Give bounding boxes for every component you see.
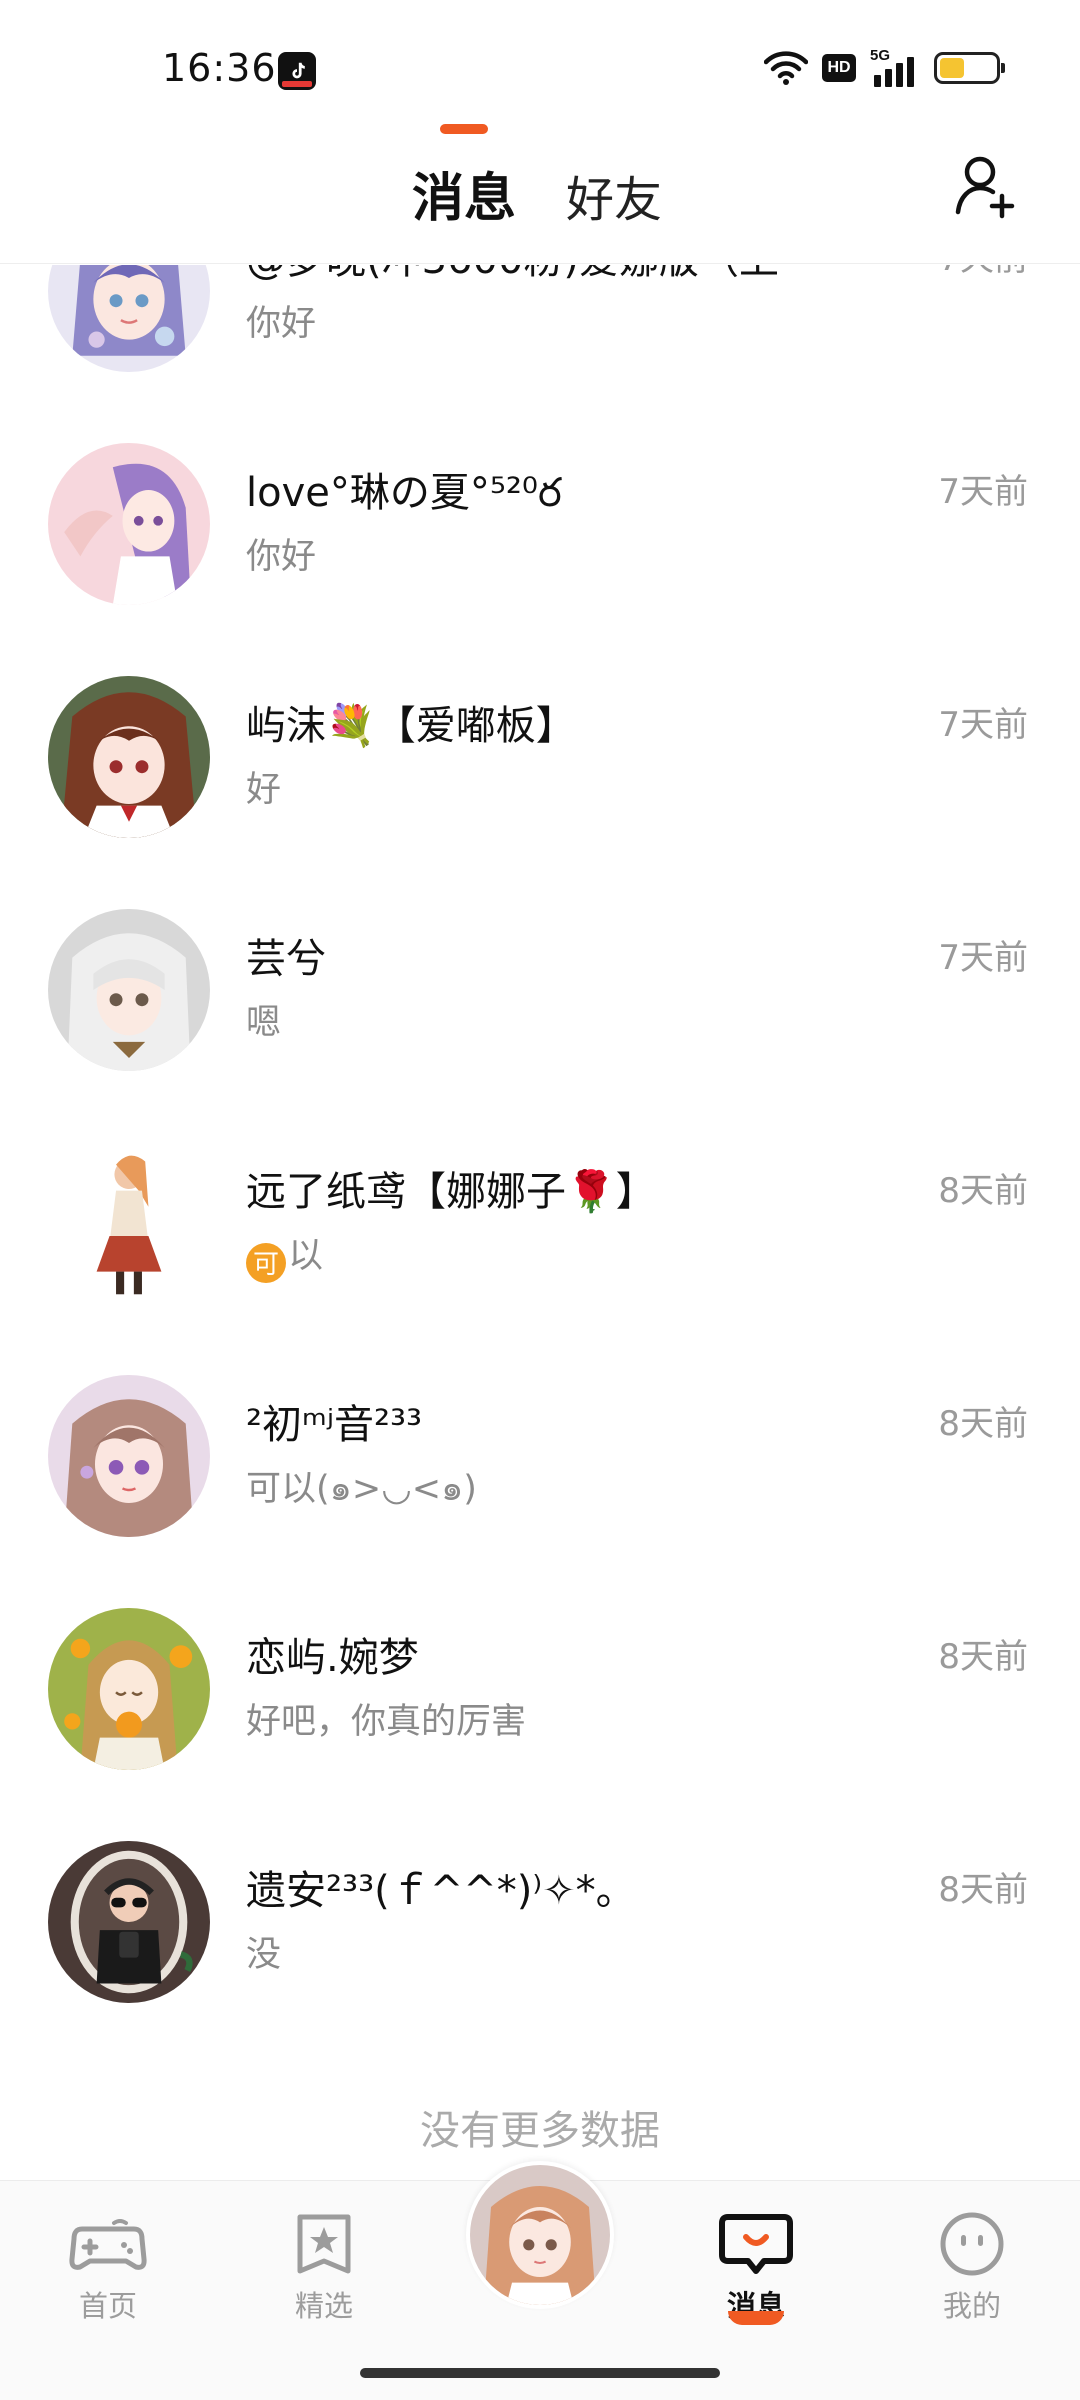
top-header: 消息 好友	[0, 130, 1080, 264]
conversation-time: 8天前	[938, 1870, 1028, 1910]
conversation-time: 8天前	[938, 1637, 1028, 1677]
conversation-row[interactable]: @梦晚(冲3600粉)爱娜版（上 你好 7天前	[0, 265, 1080, 388]
avatar	[470, 2165, 610, 2305]
chat-bubble-icon	[719, 2214, 793, 2274]
status-bar: 16:36 HD 5G	[0, 0, 1080, 130]
center-avatar-button[interactable]	[466, 2161, 614, 2309]
nav-featured[interactable]: 精选	[264, 2209, 384, 2325]
conversation-name: 芸兮	[246, 936, 326, 982]
conversation-row[interactable]: love°琳の夏°⁵²⁰ర 你好 7天前	[0, 388, 1080, 621]
conversation-row[interactable]: 芸兮 嗯 7天前	[0, 854, 1080, 1087]
conversation-name: love°琳の夏°⁵²⁰ర	[246, 470, 562, 516]
signal-icon: 5G	[870, 47, 920, 87]
avatar[interactable]	[48, 443, 210, 605]
active-tab-indicator	[440, 124, 488, 134]
list-end-text: 没有更多数据	[420, 2108, 660, 2154]
gamepad-icon	[69, 2219, 147, 2270]
nav-label: 我的	[942, 2289, 1001, 2323]
conversation-row[interactable]: 遗安²³³(ｆ^^*)⁾✧*。 没 8天前	[0, 1786, 1080, 2019]
conversation-name: 恋屿.婉梦	[246, 1635, 419, 1681]
conversation-preview: 好吧，你真的厉害	[246, 1702, 527, 1742]
status-time: 16:36	[162, 46, 277, 90]
avatar[interactable]	[48, 909, 210, 1071]
conversation-preview: 没	[246, 1935, 282, 1975]
bottom-nav: 首页 精选 消息 我的	[0, 2161, 1080, 2400]
status-indicators: HD 5G	[764, 47, 1005, 88]
avatar[interactable]	[48, 1142, 210, 1304]
conversation-time: 7天前	[938, 938, 1028, 978]
conversation-preview: 你好	[246, 304, 317, 344]
conversation-name: 遗安²³³(ｆ^^*)⁾✧*。	[246, 1868, 636, 1914]
battery-icon	[934, 52, 1005, 84]
conversation-time: 7天前	[938, 265, 1028, 280]
nav-messages[interactable]: 消息	[696, 2209, 816, 2325]
conversation-preview: 嗯	[246, 1003, 282, 1043]
hd-badge: HD	[822, 54, 856, 82]
face-icon	[940, 2212, 1004, 2276]
preview-emoji-badge: 可	[246, 1242, 286, 1283]
conversation-name: 屿沫💐【爱嘟板】	[246, 703, 576, 749]
conversation-time: 7天前	[938, 705, 1028, 745]
conversation-time: 8天前	[938, 1171, 1028, 1211]
add-person-icon[interactable]	[952, 152, 1022, 222]
conversation-name: 远了纸鸢【娜娜子🌹】	[246, 1169, 656, 1215]
wifi-icon	[764, 51, 808, 85]
avatar[interactable]	[48, 265, 210, 372]
nav-label: 首页	[78, 2289, 137, 2323]
conversation-preview: 可以(๑>◡<๑)	[246, 1469, 477, 1509]
conversation-time: 8天前	[938, 1404, 1028, 1444]
conversation-row[interactable]: 屿沫💐【爱嘟板】 好 7天前	[0, 621, 1080, 854]
preview-text: 以	[288, 1236, 324, 1276]
tab-friends[interactable]: 好友	[566, 160, 662, 230]
conversation-preview: 可以	[246, 1227, 323, 1283]
conversation-preview: 好	[246, 770, 282, 810]
avatar[interactable]	[48, 1608, 210, 1770]
tab-messages[interactable]: 消息	[412, 156, 516, 231]
battery-level	[940, 58, 965, 78]
tiktok-notification-icon	[278, 52, 316, 90]
nav-mine[interactable]: 我的	[912, 2209, 1032, 2325]
conversation-list[interactable]: @梦晚(冲3600粉)爱娜版（上 你好 7天前 love°琳の夏°⁵²⁰ర 你好…	[0, 265, 1080, 2180]
conversation-time: 7天前	[938, 472, 1028, 512]
avatar[interactable]	[48, 676, 210, 838]
avatar[interactable]	[48, 1375, 210, 1537]
conversation-row[interactable]: 恋屿.婉梦 好吧，你真的厉害 8天前	[0, 1553, 1080, 1786]
active-nav-indicator	[728, 2311, 784, 2325]
conversation-name: @梦晚(冲3600粉)爱娜版（上	[246, 265, 779, 285]
conversation-preview: 你好	[246, 537, 317, 577]
star-card-icon	[297, 2214, 351, 2274]
nav-label: 精选	[294, 2289, 353, 2323]
avatar[interactable]	[48, 1841, 210, 2003]
nav-home[interactable]: 首页	[48, 2209, 168, 2325]
home-indicator[interactable]	[360, 2368, 720, 2378]
conversation-name: ²初ᵐʲ音²³³	[246, 1402, 423, 1448]
conversation-row[interactable]: ²初ᵐʲ音²³³ 可以(๑>◡<๑) 8天前	[0, 1320, 1080, 1553]
conversation-row[interactable]: 远了纸鸢【娜娜子🌹】 可以 8天前	[0, 1087, 1080, 1320]
